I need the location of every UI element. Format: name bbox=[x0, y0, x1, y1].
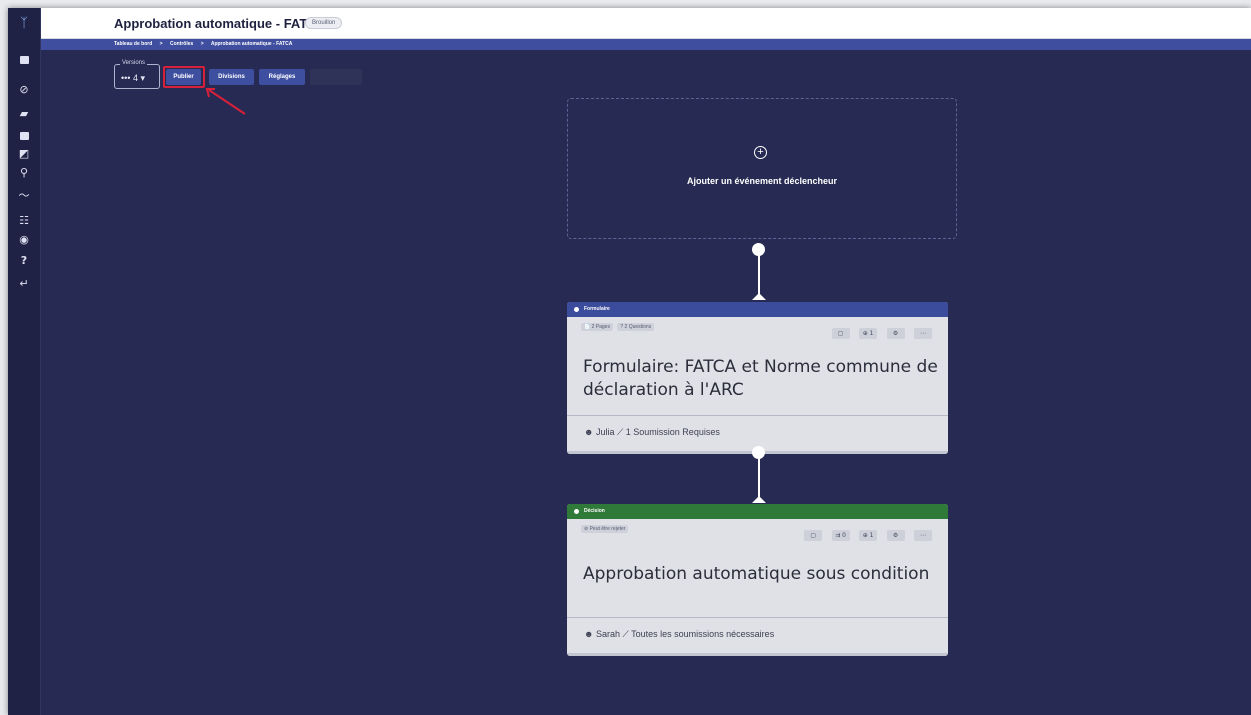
disabled-button bbox=[310, 69, 362, 85]
add-circle-icon: + bbox=[754, 146, 767, 159]
card-divider bbox=[567, 617, 948, 618]
breadcrumb-separator: > bbox=[200, 41, 204, 47]
breadcrumb-bar: Tableau de bord > Contrôles > Approbatio… bbox=[41, 39, 1251, 50]
chat-icon[interactable]: ▰ bbox=[14, 106, 34, 122]
calendar-icon[interactable]: ▢ bbox=[831, 328, 850, 339]
form-card[interactable]: Formulaire 📄 2 Pages ? 2 Questions ▢ ⊕ 1… bbox=[567, 302, 948, 454]
sidebar: ᛉ ⊘ ▰ ◩ ⚲ 〜 ☷ ◉ ? ↵ bbox=[8, 8, 41, 715]
settings-button[interactable]: Réglages bbox=[259, 69, 305, 85]
breadcrumb-separator: > bbox=[159, 41, 163, 47]
questions-chip: ? 2 Questions bbox=[617, 323, 655, 331]
pages-chip: 📄 2 Pages bbox=[581, 323, 613, 331]
palette-icon[interactable]: ◉ bbox=[14, 232, 34, 248]
assignee-count-button[interactable]: ⊕ 1 bbox=[859, 530, 878, 541]
form-card-title-line1: Formulaire: FATCA et Norme commune de bbox=[583, 357, 938, 377]
page-header: Approbation automatique - FATCA Brouillo… bbox=[41, 8, 1251, 39]
more-icon[interactable]: ⋯ bbox=[914, 328, 932, 339]
check-circle-icon[interactable]: ⊘ bbox=[14, 82, 34, 98]
calendar-icon[interactable]: ▢ bbox=[804, 530, 823, 541]
decision-type-label: Décision bbox=[584, 508, 605, 514]
decision-card[interactable]: Décision ⊘ Peut être rejeter ▢ ⇉ 0 ⊕ 1 ⚙… bbox=[567, 504, 948, 656]
branch-count-button[interactable]: ⇉ 0 bbox=[831, 530, 850, 541]
app-window: ᛉ ⊘ ▰ ◩ ⚲ 〜 ☷ ◉ ? ↵ Approbation automati… bbox=[8, 8, 1251, 715]
form-card-title-line2: déclaration à l'ARC bbox=[583, 380, 744, 400]
connector-line bbox=[758, 456, 760, 501]
status-badge: Brouillon bbox=[305, 17, 343, 29]
decision-chips: ⊘ Peut être rejeter bbox=[581, 525, 631, 533]
help-icon[interactable]: ? bbox=[14, 253, 34, 269]
breadcrumb-dashboard[interactable]: Tableau de bord bbox=[114, 41, 152, 47]
add-trigger-label: Ajouter un événement déclencheur bbox=[686, 176, 838, 186]
form-type-label: Formulaire bbox=[584, 306, 610, 312]
connector-arrow bbox=[752, 293, 766, 300]
card-bottom-border bbox=[567, 653, 948, 656]
logo-icon[interactable]: ᛉ bbox=[14, 16, 34, 32]
form-card-header: Formulaire bbox=[567, 302, 948, 317]
return-icon[interactable]: ↵ bbox=[14, 276, 34, 292]
trend-icon[interactable]: 〜 bbox=[14, 188, 34, 204]
connector-line bbox=[758, 253, 760, 298]
page-title: Approbation automatique - FATCA bbox=[114, 16, 327, 31]
decision-type-icon bbox=[574, 509, 579, 514]
form-type-icon bbox=[574, 307, 579, 312]
gear-icon[interactable]: ⚙ bbox=[886, 328, 905, 339]
versions-value: ••• 4 ▾ bbox=[121, 73, 145, 83]
divisions-button[interactable]: Divisions bbox=[209, 69, 254, 85]
breadcrumb-current: Approbation automatique - FATCA bbox=[210, 41, 293, 47]
assignee-count-button[interactable]: ⊕ 1 bbox=[859, 328, 878, 339]
more-icon[interactable]: ⋯ bbox=[914, 530, 932, 541]
decision-card-header: Décision bbox=[567, 504, 948, 519]
annotation-arrow bbox=[205, 88, 246, 115]
decision-card-actions: ▢ ⇉ 0 ⊕ 1 ⚙ ⋯ bbox=[799, 524, 932, 542]
form-card-footer: ☻ Julia ⟋ 1 Soumission Requises bbox=[584, 427, 720, 437]
can-reject-chip: ⊘ Peut être rejeter bbox=[581, 525, 629, 533]
form-chips: 📄 2 Pages ? 2 Questions bbox=[581, 323, 657, 331]
search-icon[interactable]: ⚲ bbox=[14, 165, 34, 181]
breadcrumb: Tableau de bord > Contrôles > Approbatio… bbox=[114, 41, 298, 47]
versions-select[interactable]: Versions ••• 4 ▾ bbox=[114, 60, 160, 89]
card-divider bbox=[567, 415, 948, 416]
copy-icon[interactable]: ◩ bbox=[14, 146, 34, 162]
versions-label: Versions bbox=[120, 60, 148, 66]
form-card-actions: ▢ ⊕ 1 ⚙ ⋯ bbox=[827, 322, 932, 340]
connector-arrow bbox=[752, 496, 766, 503]
flow-connector bbox=[752, 446, 766, 506]
dashboard-icon[interactable] bbox=[14, 52, 34, 68]
gear-icon[interactable]: ⚙ bbox=[886, 530, 905, 541]
image-icon[interactable] bbox=[14, 128, 34, 144]
flow-connector bbox=[752, 243, 766, 303]
add-trigger-box[interactable]: + Ajouter un événement déclencheur bbox=[567, 98, 957, 239]
publish-highlight-box bbox=[163, 66, 205, 88]
breadcrumb-controls[interactable]: Contrôles bbox=[170, 41, 193, 47]
sliders-icon[interactable]: ☷ bbox=[14, 213, 34, 229]
decision-card-footer: ☻ Sarah ⟋ Toutes les soumissions nécessa… bbox=[584, 629, 775, 639]
decision-card-title: Approbation automatique sous condition bbox=[583, 564, 930, 584]
